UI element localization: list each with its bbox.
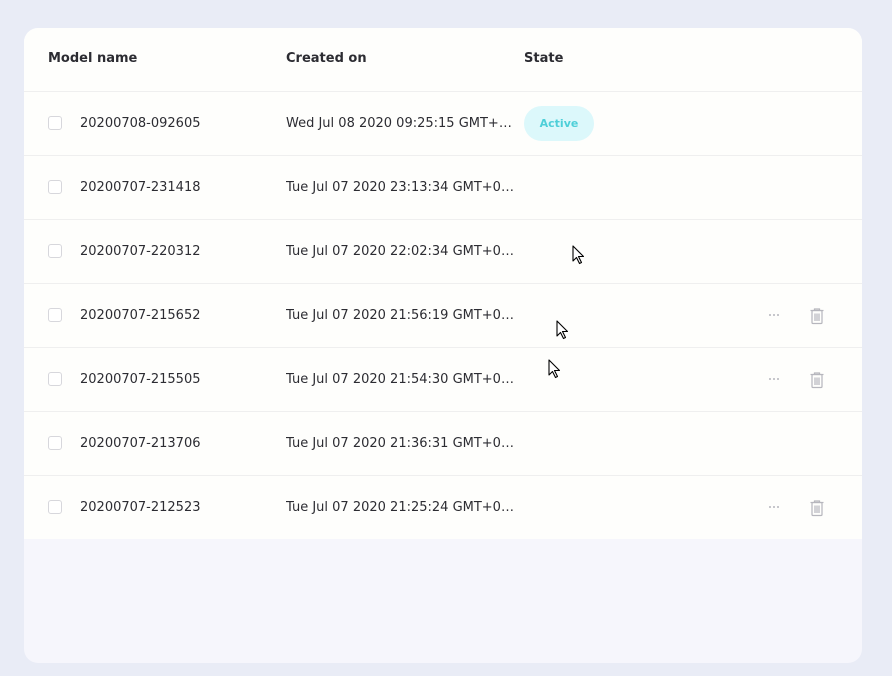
table-row[interactable]: 20200707-212523 Tue Jul 07 2020 21:25:24… (24, 476, 862, 539)
model-name: 20200707-215652 (80, 308, 201, 323)
column-header-model-name[interactable]: Model name (48, 51, 137, 67)
column-header-state[interactable]: State (524, 51, 563, 67)
created-on: Wed Jul 08 2020 09:25:15 GMT+0... (286, 116, 514, 131)
created-on: Tue Jul 07 2020 23:13:34 GMT+02... (286, 180, 514, 195)
trash-icon[interactable] (809, 499, 825, 517)
more-options-icon[interactable] (767, 500, 781, 514)
row-checkbox[interactable] (48, 244, 62, 258)
status-badge: Active (524, 106, 594, 141)
row-checkbox[interactable] (48, 180, 62, 194)
model-name: 20200707-215505 (80, 372, 201, 387)
created-on: Tue Jul 07 2020 21:54:30 GMT+02... (286, 372, 514, 387)
model-name: 20200707-231418 (80, 180, 201, 195)
table-row[interactable]: 20200707-231418 Tue Jul 07 2020 23:13:34… (24, 156, 862, 220)
row-checkbox[interactable] (48, 308, 62, 322)
model-name: 20200707-212523 (80, 500, 201, 515)
row-checkbox[interactable] (48, 436, 62, 450)
column-header-created-on[interactable]: Created on (286, 51, 367, 67)
model-name: 20200707-213706 (80, 436, 201, 451)
created-on: Tue Jul 07 2020 21:25:24 GMT+02... (286, 500, 514, 515)
row-checkbox[interactable] (48, 116, 62, 130)
trash-icon[interactable] (809, 307, 825, 325)
models-table: Model name Created on State 20200708-092… (24, 28, 862, 539)
created-on: Tue Jul 07 2020 21:36:31 GMT+02... (286, 436, 514, 451)
more-options-icon[interactable] (767, 308, 781, 322)
more-options-icon[interactable] (767, 372, 781, 386)
table-row[interactable]: 20200707-220312 Tue Jul 07 2020 22:02:34… (24, 220, 862, 284)
table-row[interactable]: 20200707-215505 Tue Jul 07 2020 21:54:30… (24, 348, 862, 412)
created-on: Tue Jul 07 2020 21:56:19 GMT+02... (286, 308, 514, 323)
models-card: Model name Created on State 20200708-092… (24, 28, 862, 663)
table-row[interactable]: 20200707-215652 Tue Jul 07 2020 21:56:19… (24, 284, 862, 348)
model-name: 20200707-220312 (80, 244, 201, 259)
row-checkbox[interactable] (48, 500, 62, 514)
row-checkbox[interactable] (48, 372, 62, 386)
model-name: 20200708-092605 (80, 116, 201, 131)
trash-icon[interactable] (809, 371, 825, 389)
table-row[interactable]: 20200707-213706 Tue Jul 07 2020 21:36:31… (24, 412, 862, 476)
table-row[interactable]: 20200708-092605 Wed Jul 08 2020 09:25:15… (24, 92, 862, 156)
created-on: Tue Jul 07 2020 22:02:34 GMT+02... (286, 244, 514, 259)
table-header: Model name Created on State (24, 28, 862, 92)
